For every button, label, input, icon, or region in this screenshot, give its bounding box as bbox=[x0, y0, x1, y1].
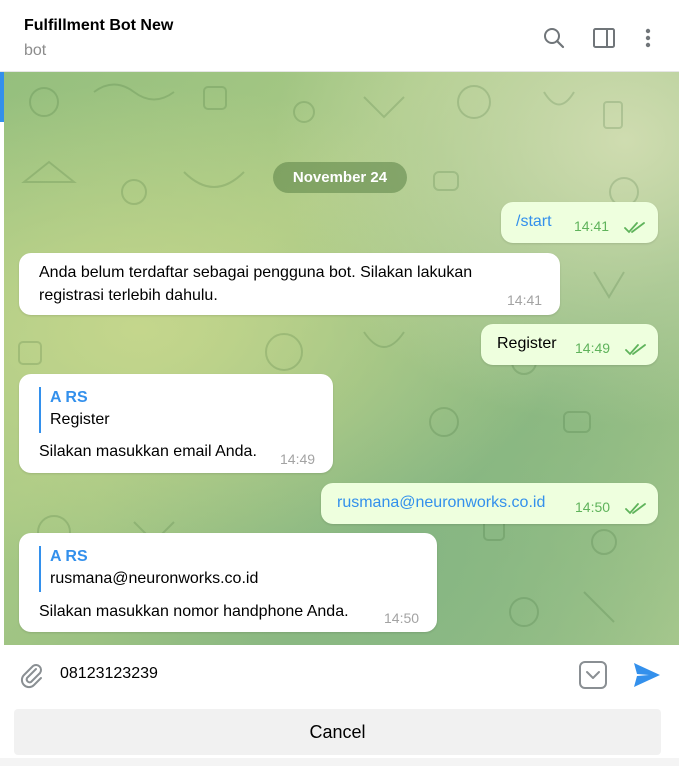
chat-background: November 24 /start 14:41 Anda belum terd… bbox=[4, 72, 679, 645]
message-time: 14:50 bbox=[384, 610, 420, 626]
command-link[interactable]: /start bbox=[516, 210, 552, 233]
message-input[interactable] bbox=[60, 659, 560, 689]
date-separator: November 24 bbox=[273, 162, 407, 193]
chat-header: Fulfillment Bot New bot bbox=[0, 0, 679, 72]
message-bubble-outgoing[interactable]: /start 14:41 bbox=[501, 202, 658, 243]
message-text: Silakan masukkan nomor handphone Anda. bbox=[39, 603, 349, 620]
message-time: 14:41 bbox=[574, 218, 610, 234]
reply-quoted-text: Register bbox=[50, 411, 110, 428]
paperclip-icon[interactable] bbox=[18, 661, 46, 689]
message-text-line-2: registrasi terlebih dahulu. bbox=[39, 287, 218, 304]
read-checks-icon bbox=[625, 503, 646, 515]
message-bubble-outgoing[interactable]: Register 14:49 bbox=[481, 324, 658, 365]
message-text-line-1: Anda belum terdaftar sebagai pengguna bo… bbox=[39, 264, 473, 281]
message-bubble-outgoing[interactable]: rusmana@neuronworks.co.id 14:50 bbox=[321, 483, 658, 524]
send-icon[interactable] bbox=[632, 661, 662, 689]
message-bubble-incoming[interactable]: A RS rusmana@neuronworks.co.id Silakan m… bbox=[19, 533, 437, 632]
message-time: 14:50 bbox=[575, 499, 611, 515]
read-checks-icon bbox=[625, 344, 646, 356]
message-text: Register bbox=[497, 335, 557, 352]
read-checks-icon bbox=[624, 222, 645, 234]
chat-subtitle: bot bbox=[24, 42, 47, 59]
message-text: Silakan masukkan email Anda. bbox=[39, 443, 257, 460]
keyboard-toggle-icon[interactable] bbox=[578, 660, 608, 690]
sidebar-toggle-icon[interactable] bbox=[592, 26, 616, 50]
bottom-edge bbox=[0, 758, 679, 766]
reply-quoted-text: rusmana@neuronworks.co.id bbox=[50, 570, 259, 587]
message-time: 14:49 bbox=[280, 451, 316, 467]
reply-sender-name: A RS bbox=[50, 389, 88, 406]
message-bubble-incoming[interactable]: A RS Register Silakan masukkan email And… bbox=[19, 374, 333, 473]
more-vertical-icon[interactable] bbox=[636, 26, 660, 50]
email-link[interactable]: rusmana@neuronworks.co.id bbox=[337, 491, 545, 514]
cancel-button[interactable]: Cancel bbox=[14, 709, 661, 755]
search-icon[interactable] bbox=[542, 26, 566, 50]
chat-title[interactable]: Fulfillment Bot New bbox=[24, 17, 173, 35]
message-bubble-incoming[interactable]: Anda belum terdaftar sebagai pengguna bo… bbox=[19, 253, 560, 315]
message-time: 14:49 bbox=[575, 340, 611, 356]
reply-quote[interactable]: A RS Register bbox=[39, 387, 110, 433]
reply-quote[interactable]: A RS rusmana@neuronworks.co.id bbox=[39, 546, 258, 592]
reply-sender-name: A RS bbox=[50, 548, 88, 565]
message-time: 14:41 bbox=[507, 292, 543, 308]
message-composer: Cancel bbox=[0, 645, 679, 766]
